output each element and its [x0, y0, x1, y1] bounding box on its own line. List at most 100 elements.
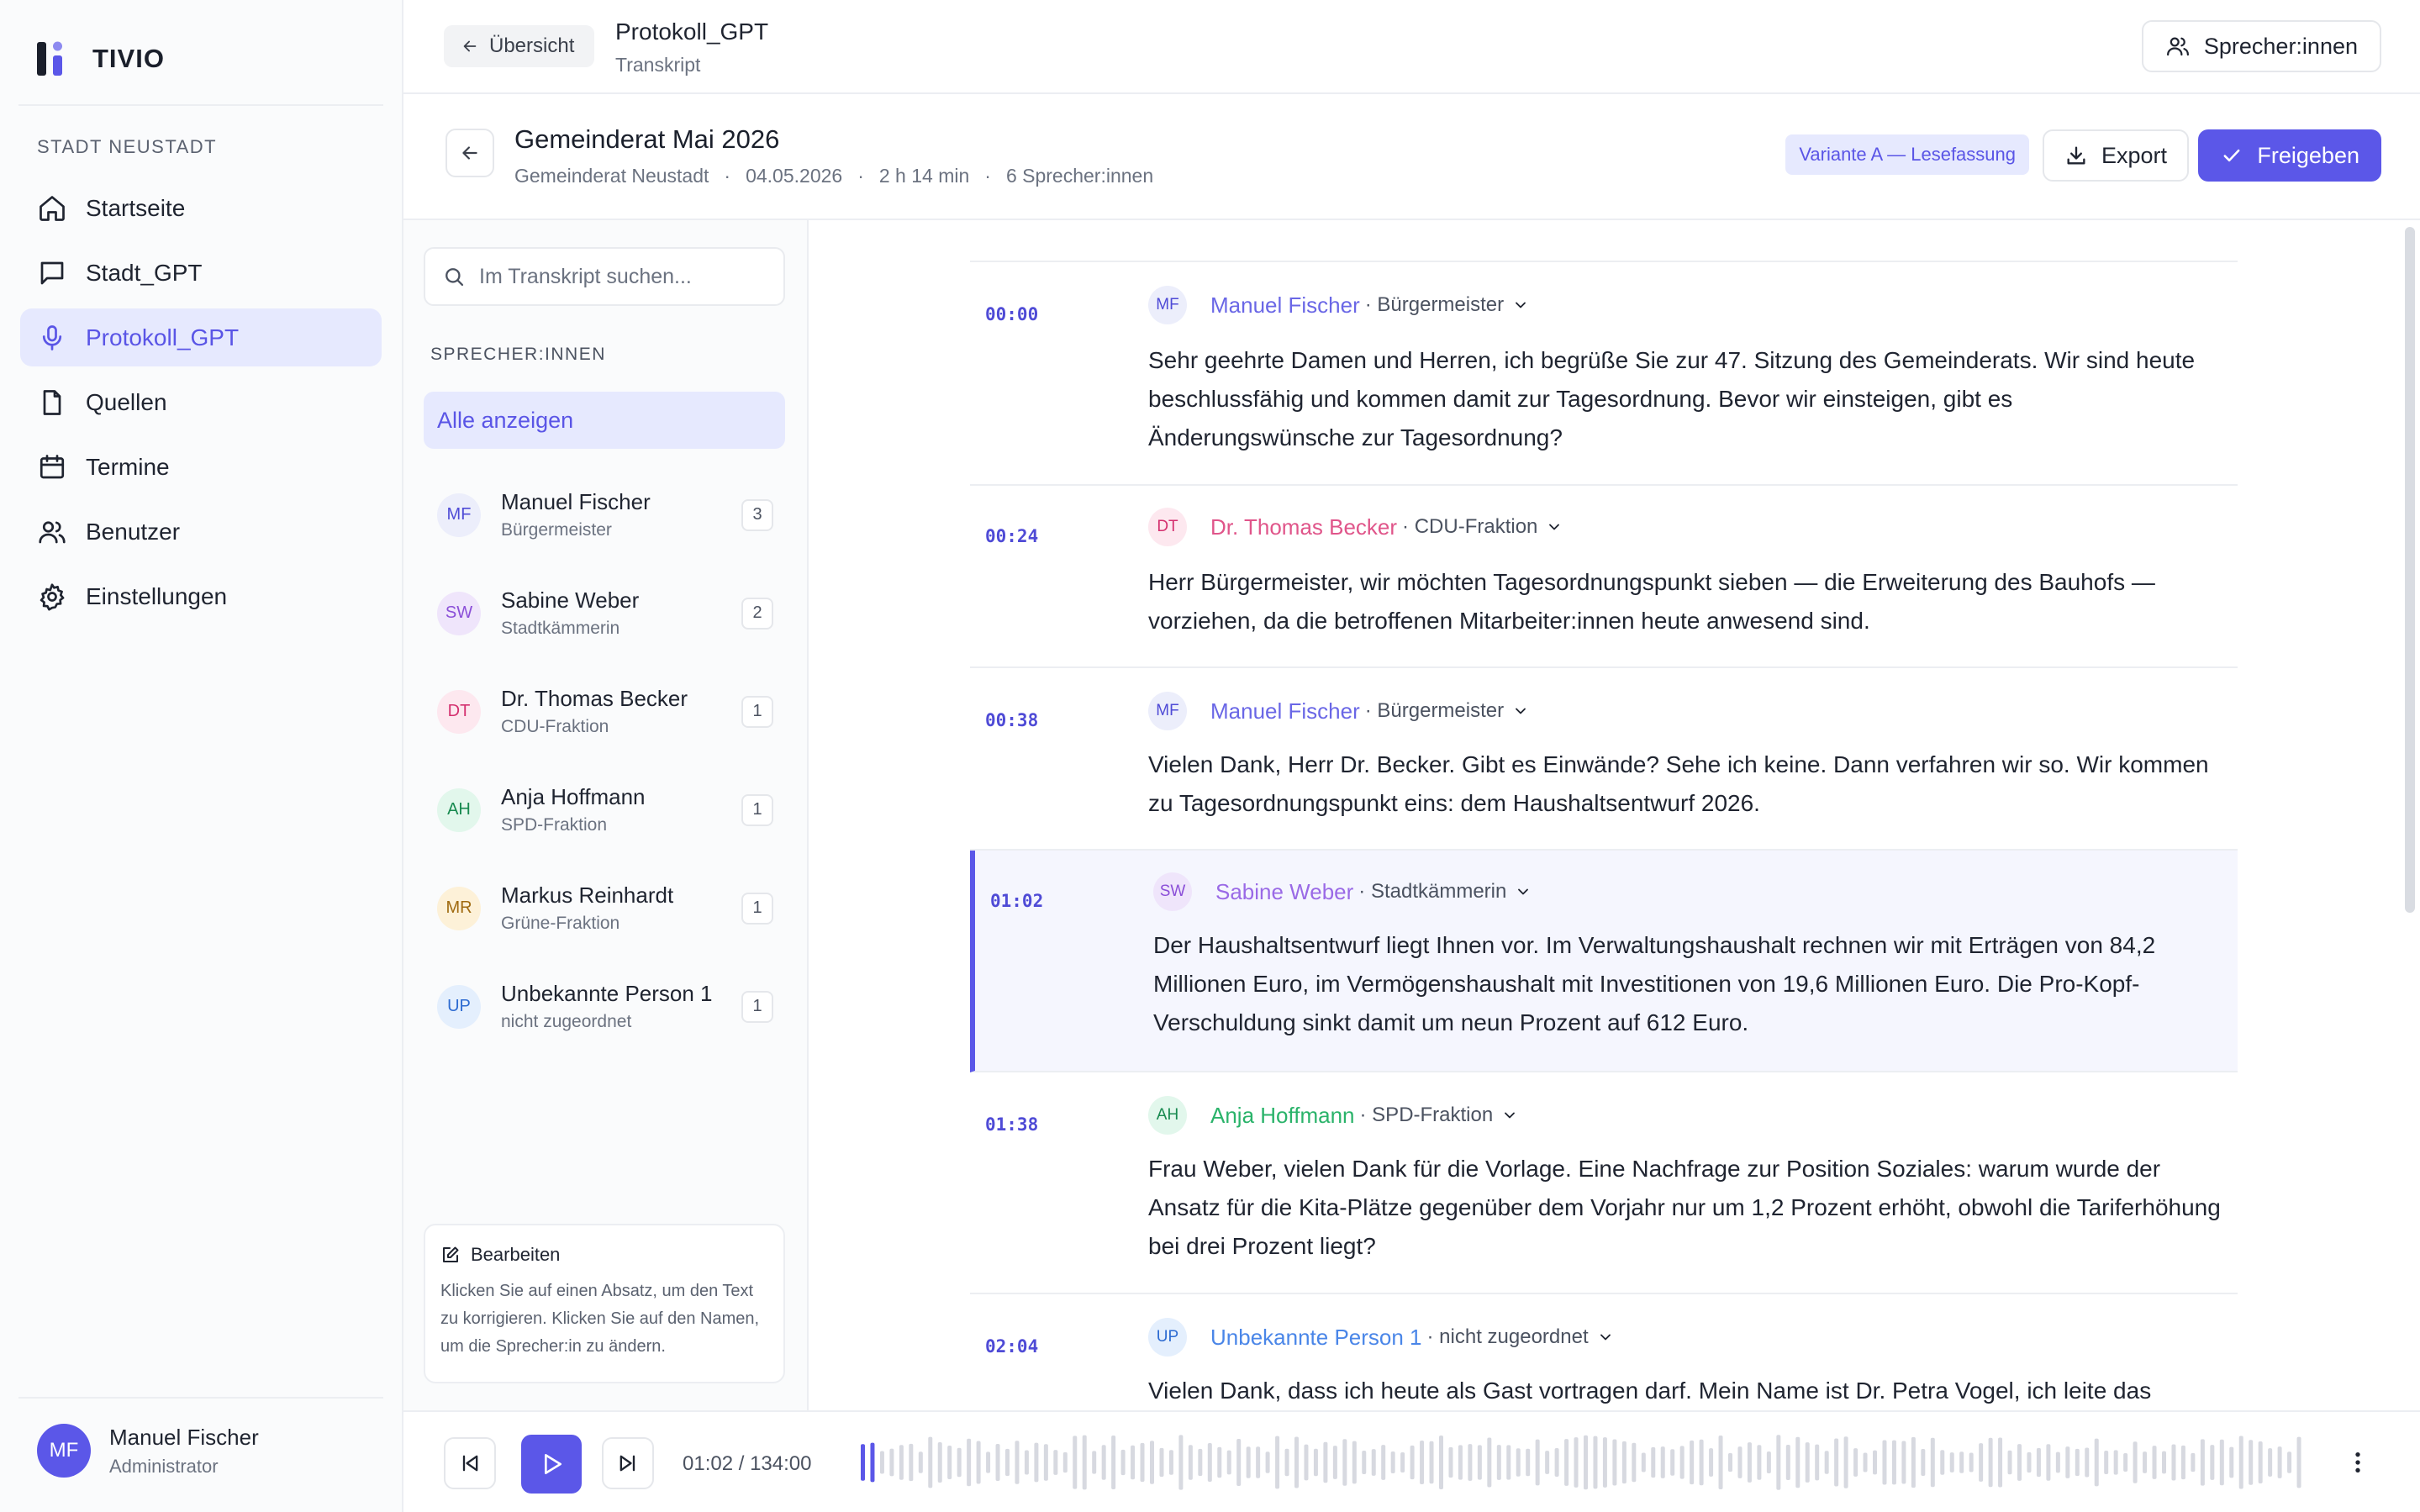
- meeting-date: 04.05.2026: [746, 165, 843, 187]
- segment-speaker-name: Sabine Weber: [1215, 878, 1354, 904]
- document-icon: [43, 389, 61, 415]
- segment-speaker[interactable]: AH Anja Hoffmann · SPD-Fraktion: [1148, 1096, 1518, 1135]
- waveform-bar: [1766, 1451, 1771, 1473]
- transcript-segment-active[interactable]: 01:02 SW Sabine Weber · Stadtkämmerin De…: [970, 851, 2238, 1072]
- waveform-bar: [1632, 1442, 1637, 1483]
- waveform-bar: [1226, 1450, 1231, 1475]
- nav-item-startseite[interactable]: Startseite: [20, 179, 382, 237]
- waveform-bar: [1284, 1448, 1289, 1477]
- speakers-button[interactable]: Sprecher:innen: [2141, 20, 2381, 72]
- segment-timestamp[interactable]: 00:38: [985, 710, 1038, 730]
- speaker-item[interactable]: MR Markus Reinhardt Grüne-Fraktion 1: [424, 859, 785, 957]
- speaker-item[interactable]: DT Dr. Thomas Becker CDU-Fraktion 1: [424, 662, 785, 761]
- waveform-bar: [1612, 1439, 1617, 1486]
- app-name: TIVIO: [92, 44, 165, 73]
- nav-item-protokoll-gpt[interactable]: Protokoll_GPT: [20, 308, 382, 366]
- waveform-scrubber[interactable]: [859, 1432, 2305, 1493]
- nav-item-benutzer[interactable]: Benutzer: [20, 503, 382, 561]
- segment-timestamp[interactable]: 02:04: [985, 1336, 1038, 1357]
- variant-badge[interactable]: Variante A — Lesefassung: [1785, 134, 2029, 175]
- waveform-bar: [1024, 1450, 1029, 1475]
- waveform-bar: [1168, 1450, 1173, 1475]
- speaker-item[interactable]: MF Manuel Fischer Bürgermeister 3: [424, 466, 785, 564]
- play-button[interactable]: [521, 1435, 582, 1494]
- segment-speaker[interactable]: MF Manuel Fischer · Bürgermeister: [1148, 286, 1529, 324]
- waveform-bar: [1400, 1451, 1405, 1473]
- nav-item-einstellungen[interactable]: Einstellungen: [20, 567, 382, 625]
- speaker-item[interactable]: UP Unbekannte Person 1 nicht zugeordnet 1: [424, 957, 785, 1056]
- nav-item-termine[interactable]: Termine: [20, 438, 382, 496]
- topbar: Übersicht Protokoll_GPT Transkript Sprec…: [403, 0, 2420, 94]
- transcript-segment[interactable]: 00:38 MF Manuel Fischer · Bürgermeister …: [970, 668, 2238, 851]
- export-button[interactable]: Export: [2042, 129, 2189, 182]
- overview-back-button[interactable]: Übersicht: [444, 25, 595, 67]
- waveform-bar: [1776, 1435, 1781, 1490]
- skip-back-button[interactable]: [444, 1437, 496, 1489]
- show-all-button[interactable]: Alle anzeigen: [424, 392, 785, 449]
- waveform-bar: [1198, 1448, 1203, 1477]
- transcript-segment[interactable]: 02:04 UP Unbekannte Person 1 · nicht zug…: [970, 1294, 2238, 1410]
- calendar-icon: [40, 454, 65, 478]
- segment-speaker[interactable]: DT Dr. Thomas Becker · CDU-Fraktion: [1148, 508, 1563, 546]
- nav-label: Startseite: [86, 194, 186, 221]
- waveform-bar: [879, 1451, 884, 1474]
- transcript-search[interactable]: [424, 247, 785, 306]
- nav-label: Quellen: [86, 388, 167, 415]
- release-label: Freigeben: [2257, 142, 2359, 168]
- waveform-bar: [909, 1443, 914, 1482]
- transcript-segment[interactable]: 01:38 AH Anja Hoffmann · SPD-Fraktion Fr…: [970, 1072, 2238, 1294]
- segment-timestamp[interactable]: 00:24: [985, 526, 1038, 546]
- back-button[interactable]: [446, 129, 494, 177]
- waveform-bar: [2296, 1436, 2301, 1488]
- waveform-bar: [1584, 1435, 1588, 1490]
- waveform-bar: [928, 1436, 933, 1488]
- waveform-bar: [1873, 1450, 1877, 1475]
- waveform-bar: [1554, 1448, 1559, 1477]
- speaker-item[interactable]: AH Anja Hoffmann SPD-Fraktion 1: [424, 761, 785, 859]
- edit-hint-title-text: Bearbeiten: [471, 1244, 561, 1265]
- waveform-bar: [1737, 1446, 1743, 1478]
- waveform-bar: [1679, 1446, 1685, 1479]
- segment-speaker[interactable]: UP Unbekannte Person 1 · nicht zugeordne…: [1148, 1318, 1614, 1357]
- chevron-down-icon: [1505, 1112, 1516, 1119]
- segment-timestamp[interactable]: 01:38: [985, 1114, 1038, 1135]
- segment-speaker[interactable]: MF Manuel Fischer · Bürgermeister: [1148, 692, 1529, 730]
- scrollbar-thumb[interactable]: [2405, 227, 2415, 913]
- transcript-segment[interactable]: 00:24 DT Dr. Thomas Becker · CDU-Fraktio…: [970, 486, 2238, 668]
- speaker-item[interactable]: SW Sabine Weber Stadtkämmerin 2: [424, 564, 785, 662]
- nav-item-stadt-gpt[interactable]: Stadt_GPT: [20, 244, 382, 302]
- segment-text[interactable]: Der Haushaltsentwurf liegt Ihnen vor. Im…: [1153, 926, 2224, 1042]
- segment-text[interactable]: Vielen Dank, dass ich heute als Gast vor…: [1148, 1372, 2224, 1410]
- segment-text[interactable]: Herr Bürgermeister, wir möchten Tagesord…: [1148, 563, 2224, 640]
- transcript-segment[interactable]: 00:00 MF Manuel Fischer · Bürgermeister …: [970, 262, 2238, 486]
- waveform-bar: [1690, 1440, 1695, 1485]
- speaker-role: CDU-Fraktion: [501, 717, 609, 736]
- waveform-bar: [1496, 1445, 1501, 1480]
- nav-item-quellen[interactable]: Quellen: [20, 373, 382, 431]
- search-input[interactable]: [479, 264, 765, 289]
- speaker-role: nicht zugeordnet: [501, 1012, 632, 1031]
- waveform-bar: [1381, 1445, 1386, 1480]
- logo[interactable]: TIVIO: [37, 40, 165, 77]
- waveform-bar: [1005, 1448, 1010, 1477]
- avatar: UP: [1148, 1318, 1187, 1357]
- waveform-bar: [1621, 1441, 1627, 1484]
- skip-back-icon: [462, 1455, 478, 1472]
- meeting-meta: Gemeinderat Neustadt · 04.05.2026 · 2 h 14…: [514, 165, 1154, 187]
- more-options-icon[interactable]: [2344, 1449, 2371, 1476]
- segment-text[interactable]: Vielen Dank, Herr Dr. Becker. Gibt es Ei…: [1148, 745, 2224, 823]
- segment-timestamp[interactable]: 01:02: [990, 891, 1043, 911]
- segment-timestamp[interactable]: 00:00: [985, 304, 1038, 324]
- waveform-bar: [1352, 1441, 1357, 1484]
- main-nav: Startseite Stadt_GPT Protokoll_GPT Quell…: [20, 179, 382, 632]
- skip-forward-button[interactable]: [602, 1437, 654, 1489]
- waveform-bar: [1670, 1449, 1675, 1476]
- release-button[interactable]: Freigeben: [2198, 129, 2381, 182]
- segment-text[interactable]: Sehr geehrte Damen und Herren, ich begrü…: [1148, 341, 2224, 457]
- waveform-bar: [1256, 1446, 1261, 1478]
- user-profile[interactable]: MF Manuel Fischer Administrator: [37, 1424, 259, 1478]
- segment-text[interactable]: Frau Weber, vielen Dank für die Vorlage.…: [1148, 1150, 2224, 1266]
- segment-speaker[interactable]: SW Sabine Weber · Stadtkämmerin: [1153, 872, 1532, 911]
- waveform-bar: [1506, 1445, 1511, 1480]
- users-icon: [39, 520, 66, 543]
